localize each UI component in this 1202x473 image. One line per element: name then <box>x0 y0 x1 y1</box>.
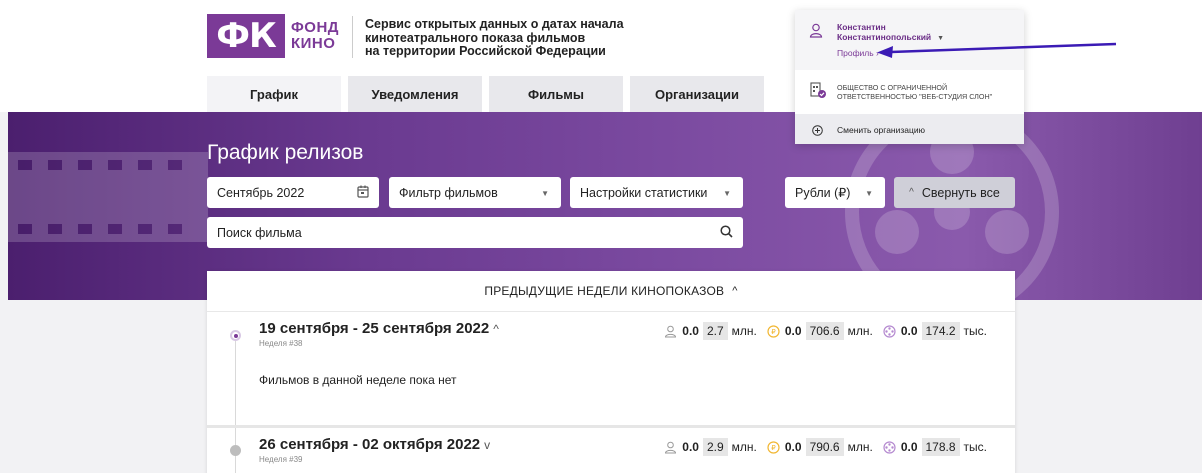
revenue-stat: ₽ 0.0 790.6 млн. <box>767 438 873 456</box>
chevron-up-icon: ^ <box>493 322 499 336</box>
ruble-coin-icon: ₽ <box>767 440 780 454</box>
sessions-value: 0.0 <box>900 440 918 454</box>
week-block: 19 сентября - 25 сентября 2022 ^ Неделя #… <box>207 311 1015 423</box>
tab-films[interactable]: Фильмы <box>489 76 623 112</box>
logo-line-2: КИНО <box>291 35 336 52</box>
viewers-unit: млн. <box>731 440 757 454</box>
viewers-total: 2.7 <box>702 322 728 340</box>
profile-link[interactable]: Профиль › <box>837 48 879 58</box>
logo-divider <box>352 16 353 58</box>
previous-weeks-label: ПРЕДЫДУЩИЕ НЕДЕЛИ КИНОПОКАЗОВ <box>484 284 725 298</box>
svg-text:₽: ₽ <box>771 328 776 336</box>
logo-text: ФОНД КИНО <box>291 20 339 52</box>
page-title: График релизов <box>207 141 364 164</box>
sessions-stat: 0.0 178.8 тыс. <box>883 438 987 456</box>
sessions-unit: тыс. <box>963 324 987 338</box>
chevron-down-icon: ▼ <box>541 189 549 198</box>
revenue-unit: млн. <box>847 324 873 338</box>
chevron-down-icon: v <box>484 438 491 452</box>
chevron-up-icon: ^ <box>732 285 738 297</box>
logo-mark: ФК <box>207 14 285 58</box>
week-stats: 0.0 2.9 млн. ₽ 0.0 790.6 млн. 0.0 178.8 … <box>654 438 987 456</box>
timeline-dot <box>230 445 241 456</box>
organization-name-line-2: ОТВЕТСТВЕННОСТЬЮ "ВЕБ-СТУДИЯ СЛОН" <box>837 92 993 101</box>
sessions-unit: тыс. <box>963 440 987 454</box>
collapse-all-label: Свернуть все <box>921 185 1000 200</box>
week-stats: 0.0 2.7 млн. ₽ 0.0 706.6 млн. 0.0 174.2 … <box>654 322 987 340</box>
film-reel-icon <box>883 440 896 454</box>
search-icon[interactable] <box>720 225 733 241</box>
sessions-value: 0.0 <box>900 324 918 338</box>
chevron-up-icon: ^ <box>909 187 914 198</box>
organization-verified-icon <box>809 81 827 104</box>
empty-week-note: Фильмов в данной неделе пока нет <box>259 373 457 387</box>
stats-settings-label: Настройки статистики <box>580 185 708 200</box>
revenue-value: 0.0 <box>784 324 802 338</box>
month-picker-value: Сентябрь 2022 <box>217 185 305 200</box>
week-block: 26 сентября - 02 октября 2022 v Неделя #3… <box>207 425 1015 473</box>
viewers-stat: 0.0 2.9 млн. <box>664 438 757 456</box>
plus-circle-icon <box>812 123 823 141</box>
week-number: Неделя #39 <box>259 455 303 464</box>
page: ФК ФОНД КИНО Сервис открытых данных о да… <box>0 0 1202 473</box>
timeline-dot-active <box>230 330 241 341</box>
profile-dropdown: Константин Константинопольский ▼ Профиль … <box>795 10 1024 144</box>
switch-organization-label: Сменить организацию <box>837 125 925 135</box>
tab-organizations[interactable]: Организации <box>630 76 764 112</box>
user-icon <box>809 23 823 43</box>
stats-settings-dropdown[interactable]: Настройки статистики ▼ <box>570 177 743 208</box>
revenue-total: 706.6 <box>805 322 844 340</box>
annotation-arrow <box>877 42 1117 58</box>
revenue-unit: млн. <box>847 440 873 454</box>
month-picker[interactable]: Сентябрь 2022 <box>207 177 379 208</box>
currency-label: Рубли (₽) <box>795 186 851 200</box>
fond-kino-logo[interactable]: ФК ФОНД КИНО <box>207 14 339 58</box>
film-strip-decoration <box>8 152 208 242</box>
film-reel-icon <box>883 324 896 338</box>
viewers-value: 0.0 <box>682 324 699 338</box>
ruble-coin-icon: ₽ <box>767 324 780 338</box>
viewers-unit: млн. <box>731 324 757 338</box>
svg-text:₽: ₽ <box>771 444 776 452</box>
tab-schedule[interactable]: График <box>207 76 341 112</box>
week-title[interactable]: 26 сентября - 02 октября 2022 v <box>259 436 490 453</box>
chevron-down-icon: ▼ <box>723 189 731 198</box>
viewers-value: 0.0 <box>682 440 699 454</box>
release-schedule: ПРЕДЫДУЩИЕ НЕДЕЛИ КИНОПОКАЗОВ ^ 19 сентя… <box>207 271 1015 473</box>
week-title[interactable]: 19 сентября - 25 сентября 2022 ^ <box>259 320 499 337</box>
tab-notifications[interactable]: Уведомления <box>348 76 482 112</box>
viewers-total: 2.9 <box>702 438 728 456</box>
chevron-down-icon: ▼ <box>865 189 873 198</box>
film-filter-dropdown[interactable]: Фильтр фильмов ▼ <box>389 177 561 208</box>
organization-name: ОБЩЕСТВО С ОГРАНИЧЕННОЙ ОТВЕТСТВЕННОСТЬЮ… <box>837 83 1027 101</box>
organization-row[interactable]: ОБЩЕСТВО С ОГРАНИЧЕННОЙ ОТВЕТСТВЕННОСТЬЮ… <box>795 74 1024 114</box>
service-description: Сервис открытых данных о датах начала ки… <box>365 17 625 59</box>
main-nav: График Уведомления Фильмы Организации <box>207 76 771 112</box>
person-icon <box>664 325 677 338</box>
week-title-text: 19 сентября - 25 сентября 2022 <box>259 320 490 337</box>
service-line-1: Сервис открытых данных о датах начала <box>365 17 624 31</box>
search-placeholder: Поиск фильма <box>217 225 302 240</box>
week-title-text: 26 сентября - 02 октября 2022 <box>259 436 481 453</box>
revenue-value: 0.0 <box>784 440 802 454</box>
switch-organization-button[interactable]: Сменить организацию <box>795 114 1024 144</box>
service-line-2: кинотеатрального показа фильмов <box>365 30 586 45</box>
calendar-icon[interactable] <box>357 185 369 201</box>
person-icon <box>664 441 677 454</box>
collapse-all-button[interactable]: ^ Свернуть все <box>894 177 1015 208</box>
service-line-3: на территории Российской Федерации <box>365 44 606 58</box>
previous-weeks-toggle[interactable]: ПРЕДЫДУЩИЕ НЕДЕЛИ КИНОПОКАЗОВ ^ <box>207 271 1015 311</box>
week-number: Неделя #38 <box>259 339 303 348</box>
film-filter-label: Фильтр фильмов <box>399 185 498 200</box>
organization-name-line-1: ОБЩЕСТВО С ОГРАНИЧЕННОЙ <box>837 83 948 92</box>
revenue-stat: ₽ 0.0 706.6 млн. <box>767 322 873 340</box>
film-search-input[interactable]: Поиск фильма <box>207 217 743 248</box>
sessions-total: 174.2 <box>921 322 960 340</box>
revenue-total: 790.6 <box>805 438 844 456</box>
sessions-stat: 0.0 174.2 тыс. <box>883 322 987 340</box>
sessions-total: 178.8 <box>921 438 960 456</box>
logo-line-1: ФОНД <box>291 19 339 36</box>
currency-dropdown[interactable]: Рубли (₽) ▼ <box>785 177 885 208</box>
viewers-stat: 0.0 2.7 млн. <box>664 322 757 340</box>
